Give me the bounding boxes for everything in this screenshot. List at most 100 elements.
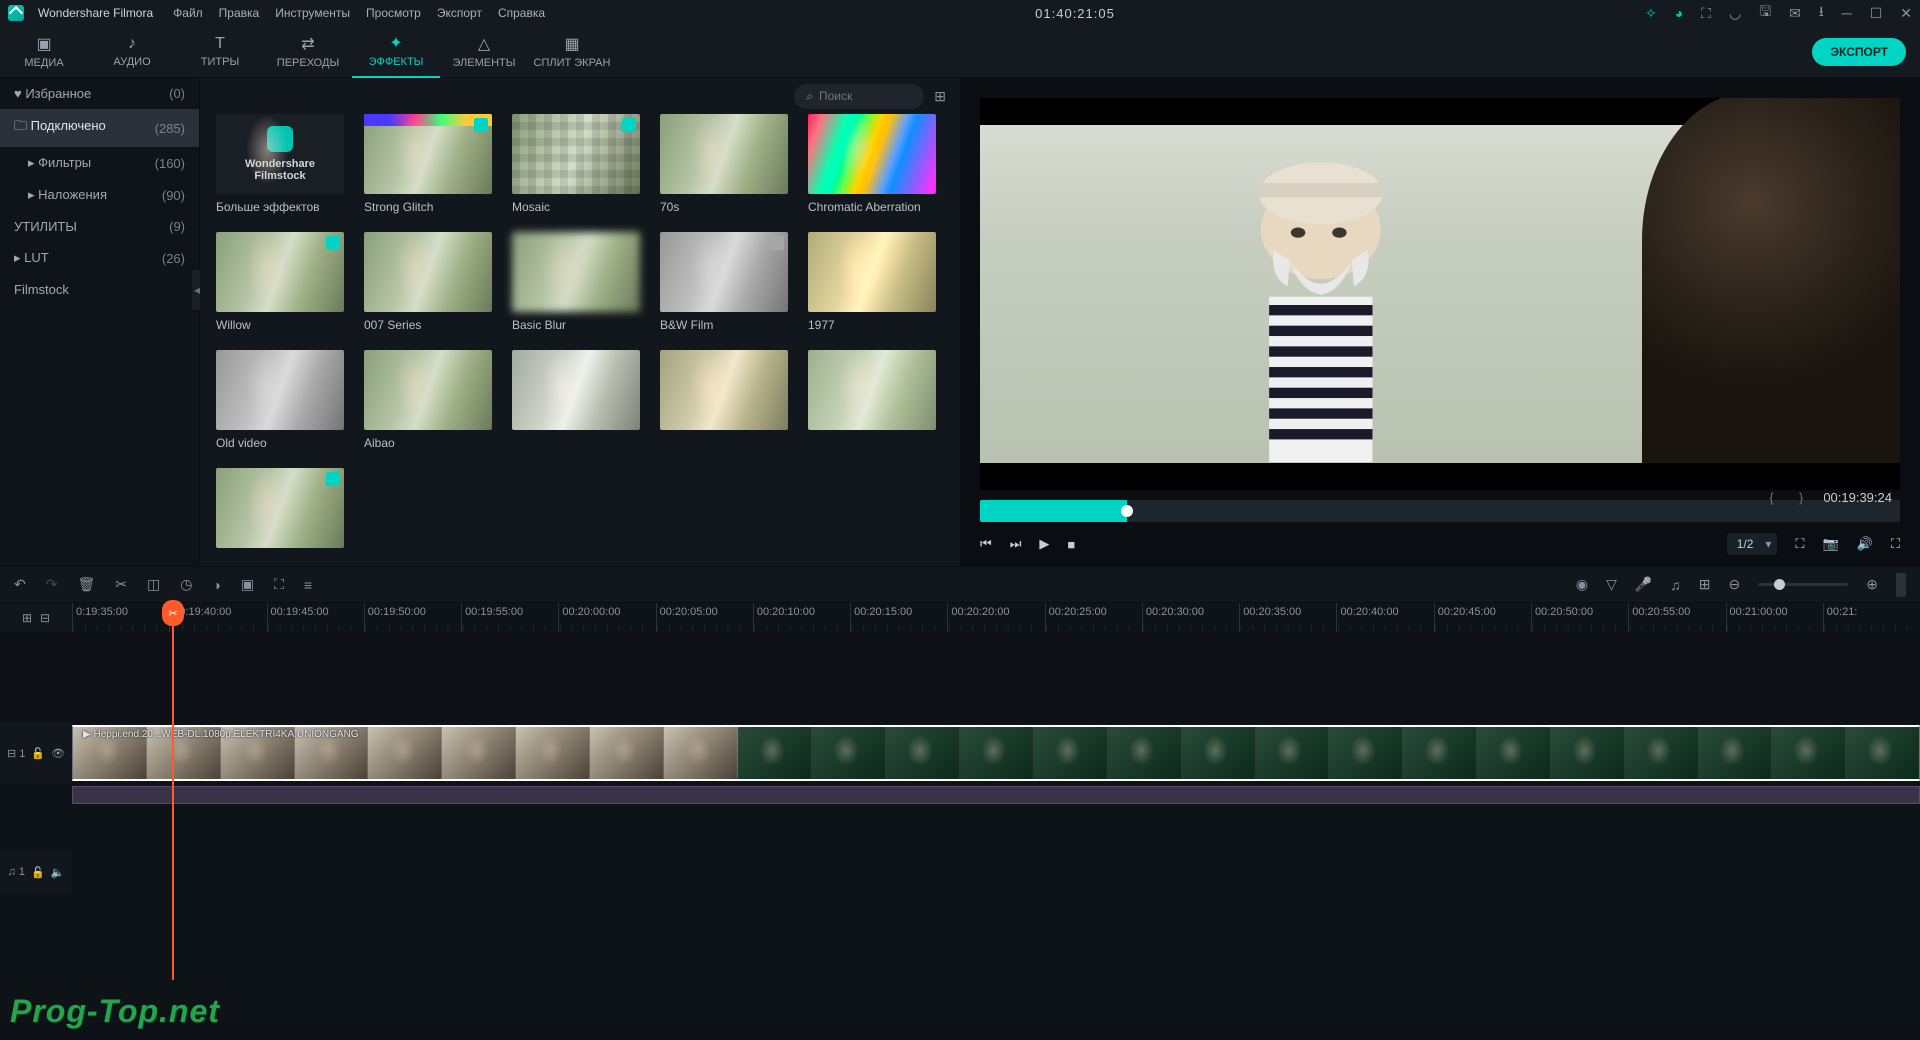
marker-icon[interactable]: ▽	[1606, 576, 1617, 593]
sidebar-item-4[interactable]: УТИЛИТЫ(9)	[0, 211, 199, 242]
search-box[interactable]: ⌕	[794, 84, 924, 109]
ruler-tick[interactable]: 00:20:25:00	[1045, 603, 1142, 632]
tab-audio[interactable]: ♪АУДИО	[88, 26, 176, 78]
user-icon[interactable]: ◡	[1729, 5, 1741, 22]
track-mute-icon[interactable]: 🔈	[51, 866, 65, 879]
preview-scrubber[interactable]	[980, 500, 1900, 522]
effect-item-5[interactable]: Willow	[216, 232, 344, 332]
minimize-icon[interactable]: ─	[1842, 5, 1852, 21]
effect-item-15[interactable]	[216, 468, 344, 554]
ruler-tick[interactable]: 00:20:35:00	[1239, 603, 1336, 632]
close-icon[interactable]: ✕	[1900, 5, 1912, 22]
ruler-tick[interactable]: 00:20:55:00	[1628, 603, 1725, 632]
undo-icon[interactable]: ↶	[14, 576, 26, 593]
save-icon[interactable]: 🖫	[1759, 1, 1771, 25]
tab-split[interactable]: ▦СПЛИТ ЭКРАН	[528, 26, 616, 78]
track-lock-icon[interactable]: 🔓	[31, 866, 45, 879]
mic-icon[interactable]: 🎤	[1635, 576, 1652, 593]
stop-icon[interactable]: ■	[1067, 537, 1075, 552]
track-options-icon[interactable]: ⊟	[40, 611, 50, 625]
effect-item-3[interactable]: 70s	[660, 114, 788, 214]
ruler-tick[interactable]: 00:19:40:00	[169, 603, 266, 632]
ruler-tick[interactable]: 00:19:55:00	[461, 603, 558, 632]
greenscreen-icon[interactable]: ▣	[241, 576, 254, 593]
tab-elements[interactable]: △ЭЛЕМЕНТЫ	[440, 26, 528, 78]
menu-view[interactable]: Просмотр	[366, 6, 421, 20]
tab-transitions[interactable]: ⇄ПЕРЕХОДЫ	[264, 26, 352, 78]
sidebar-item-3[interactable]: ▸ Наложения(90)	[0, 179, 199, 211]
ruler-tick[interactable]: 00:20:05:00	[656, 603, 753, 632]
music-icon[interactable]: ♫	[1670, 577, 1681, 593]
menu-file[interactable]: Файл	[173, 6, 203, 20]
ruler-tick[interactable]: 00:19:50:00	[364, 603, 461, 632]
menu-tools[interactable]: Инструменты	[275, 6, 350, 20]
maximize-icon[interactable]: ☐	[1870, 5, 1883, 22]
audio-clip[interactable]	[72, 786, 1920, 804]
export-button[interactable]: ЭКСПОРТ	[1812, 38, 1906, 66]
tab-media[interactable]: ▣МЕДИА	[0, 26, 88, 78]
gift-icon[interactable]: ⛶	[1701, 5, 1711, 22]
effect-item-10[interactable]: Old video	[216, 350, 344, 450]
download-icon[interactable]: ⭳	[1819, 1, 1824, 25]
render-icon[interactable]: ⊞	[1699, 576, 1711, 593]
fullscreen-icon[interactable]: ⛶	[1891, 536, 1900, 552]
redo-icon[interactable]: ↷	[46, 576, 58, 593]
ruler-tick[interactable]: 00:20:50:00	[1531, 603, 1628, 632]
headphones-icon[interactable]: ◕	[1675, 5, 1683, 21]
scroll-indicator[interactable]	[1896, 573, 1906, 597]
cut-icon[interactable]: ✂	[115, 576, 127, 593]
video-clip[interactable]: ▶ Heppi.end.20...WEB-DL.1080p.ELEKTRI4KA…	[72, 725, 1920, 781]
next-frame-icon[interactable]: ⏭	[1010, 536, 1022, 552]
effect-item-12[interactable]	[512, 350, 640, 450]
tab-effects[interactable]: ✦ЭФФЕКТЫ	[352, 26, 440, 78]
effect-item-7[interactable]: Basic Blur	[512, 232, 640, 332]
effect-item-8[interactable]: B&W Film	[660, 232, 788, 332]
menu-help[interactable]: Справка	[498, 6, 545, 20]
play-icon[interactable]: ▶	[1039, 536, 1049, 552]
ruler-tick[interactable]: 00:20:40:00	[1336, 603, 1433, 632]
expand-icon[interactable]: ⛶	[274, 576, 284, 593]
ruler-tick[interactable]: 00:20:45:00	[1434, 603, 1531, 632]
prev-frame-icon[interactable]: ⏮	[980, 536, 992, 552]
monitor-icon[interactable]: ⛶	[1795, 536, 1804, 552]
menu-export[interactable]: Экспорт	[437, 6, 482, 20]
crop-icon[interactable]: ◫	[147, 576, 160, 593]
effect-item-2[interactable]: Mosaic	[512, 114, 640, 214]
ruler-tick[interactable]: 00:20:30:00	[1142, 603, 1239, 632]
menu-edit[interactable]: Правка	[219, 6, 260, 20]
effect-item-1[interactable]: Strong Glitch	[364, 114, 492, 214]
ruler-tick[interactable]: 00:20:10:00	[753, 603, 850, 632]
tab-titles[interactable]: TТИТРЫ	[176, 26, 264, 78]
delete-icon[interactable]: 🗑	[77, 576, 95, 593]
effect-item-9[interactable]: 1977	[808, 232, 936, 332]
ruler-tick[interactable]: 00:20:20:00	[947, 603, 1044, 632]
sidebar-item-6[interactable]: Filmstock	[0, 274, 199, 305]
ruler-tick[interactable]: 0:19:35:00	[72, 603, 169, 632]
mail-icon[interactable]: ✉	[1789, 5, 1801, 22]
effect-item-11[interactable]: Aibao	[364, 350, 492, 450]
sidebar-item-2[interactable]: ▸ Фильтры(160)	[0, 147, 199, 179]
search-input[interactable]	[819, 89, 899, 103]
track-lock-icon[interactable]: 🔓	[31, 747, 45, 760]
grid-view-icon[interactable]: ⊞	[934, 88, 946, 105]
zoom-slider[interactable]	[1758, 583, 1848, 586]
ruler-tick[interactable]: 00:20:15:00	[850, 603, 947, 632]
track-add-icon[interactable]: ⊞	[22, 611, 32, 625]
preview-zoom-select[interactable]: 1/2	[1727, 533, 1778, 555]
effect-item-4[interactable]: Chromatic Aberration	[808, 114, 936, 214]
ruler-tick[interactable]: 00:21:	[1823, 603, 1920, 632]
ruler-tick[interactable]: 00:19:45:00	[267, 603, 364, 632]
zoom-in-icon[interactable]: ⊕	[1866, 576, 1878, 593]
mixer-icon[interactable]: ◉	[1576, 576, 1588, 593]
effect-item-6[interactable]: 007 Series	[364, 232, 492, 332]
sidebar-item-0[interactable]: ♥ Избранное(0)	[0, 78, 199, 109]
effect-item-0[interactable]: WondershareFilmstockБольше эффектов	[216, 114, 344, 214]
ruler-tick[interactable]: 00:20:00:00	[558, 603, 655, 632]
lightbulb-icon[interactable]: ✧	[1645, 5, 1657, 22]
speed-icon[interactable]: ◷	[180, 576, 192, 593]
effect-item-13[interactable]	[660, 350, 788, 450]
zoom-out-icon[interactable]: ⊖	[1729, 576, 1741, 593]
ruler-tick[interactable]: 00:21:00:00	[1726, 603, 1823, 632]
track-eye-icon[interactable]: 👁	[51, 747, 65, 760]
color-icon[interactable]: ◑	[212, 577, 220, 593]
